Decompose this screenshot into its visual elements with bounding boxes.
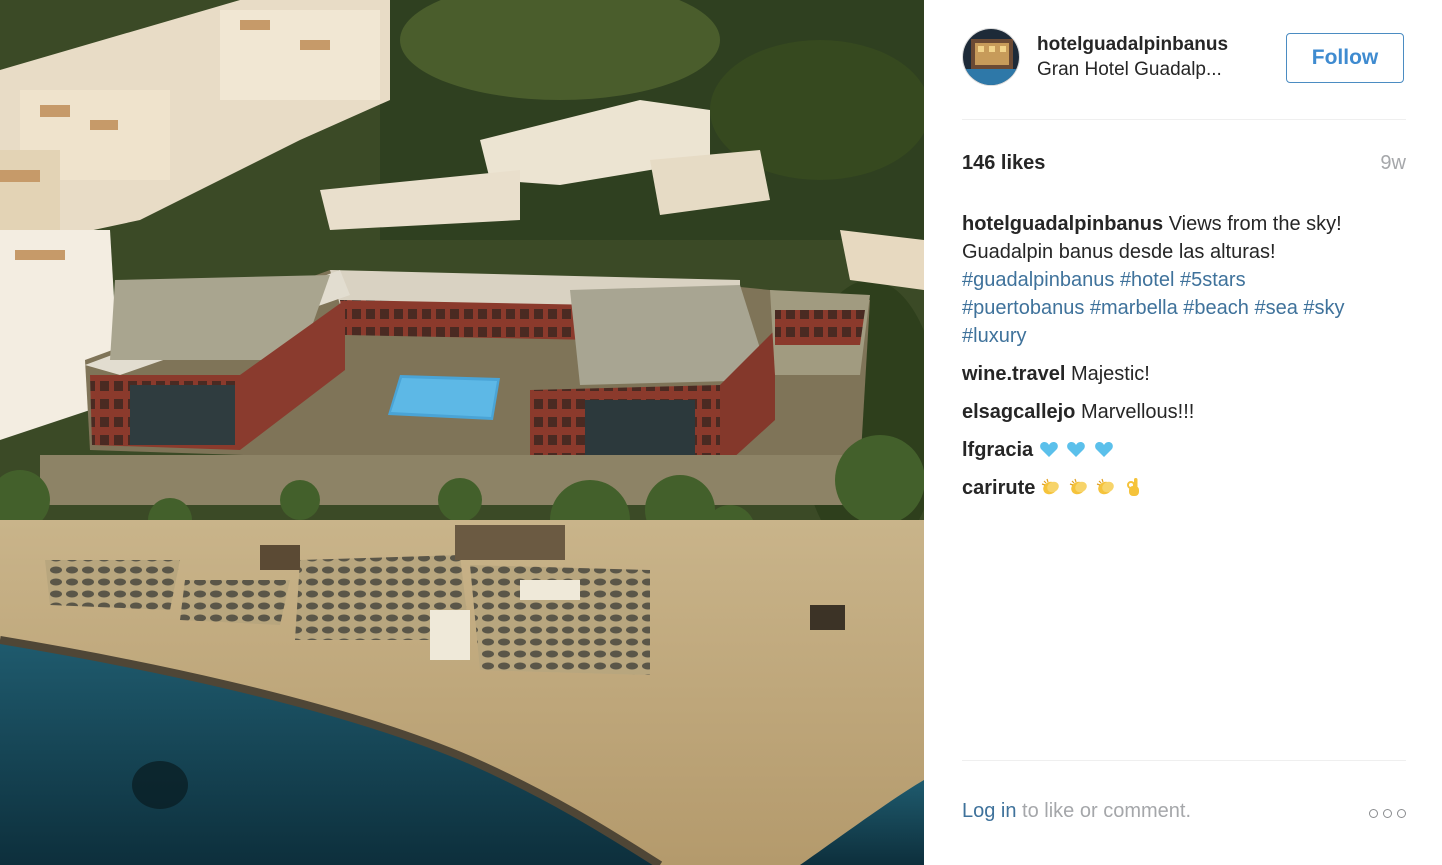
dot xyxy=(1383,809,1392,818)
dot xyxy=(1369,809,1378,818)
comment-item: carirute xyxy=(962,474,1408,502)
hashtag[interactable]: #puertobanus xyxy=(962,297,1084,319)
divider xyxy=(962,119,1406,120)
clapping-hands-icon xyxy=(1096,478,1114,495)
hashtag[interactable]: #sky xyxy=(1303,297,1344,319)
clapping-hands-icon xyxy=(1069,478,1087,495)
caption-text-line2: Guadalpin banus desde las alturas! xyxy=(962,241,1276,263)
follow-button[interactable]: Follow xyxy=(1286,33,1404,83)
hashtag[interactable]: #hotel xyxy=(1120,269,1175,291)
login-prompt: Log in to like or comment. xyxy=(962,800,1406,823)
blue-heart-icon xyxy=(1039,442,1058,457)
comment-item: lfgracia xyxy=(962,436,1408,464)
comments-list: hotelguadalpinbanus Views from the sky! … xyxy=(962,210,1408,512)
ok-hand-icon xyxy=(1126,478,1139,496)
user-block: hotelguadalpinbanus Gran Hotel Guadalp..… xyxy=(1037,33,1277,83)
dot xyxy=(1397,809,1406,818)
comment-item: elsagcallejo Marvellous!!! xyxy=(962,398,1408,426)
timestamp[interactable]: 9w xyxy=(1380,152,1406,175)
aerial-hotel-image xyxy=(0,0,924,865)
comment-emojis xyxy=(1041,477,1146,499)
post-header: hotelguadalpinbanus Gran Hotel Guadalp..… xyxy=(962,28,1406,88)
avatar[interactable] xyxy=(962,28,1020,86)
blue-heart-icon xyxy=(1067,442,1086,457)
divider xyxy=(962,760,1406,761)
caption: hotelguadalpinbanus Views from the sky! … xyxy=(962,210,1408,350)
blue-heart-icon xyxy=(1095,442,1113,457)
hashtag[interactable]: #marbella xyxy=(1090,297,1178,319)
hashtag[interactable]: #guadalpinbanus xyxy=(962,269,1114,291)
username-link[interactable]: hotelguadalpinbanus xyxy=(1037,33,1277,57)
comment-author[interactable]: hotelguadalpinbanus xyxy=(962,213,1163,235)
caption-text-line1: Views from the sky! xyxy=(1168,213,1342,235)
more-options-icon[interactable] xyxy=(1369,809,1406,818)
avatar-image xyxy=(963,29,1019,85)
login-link[interactable]: Log in xyxy=(962,800,1017,822)
comment-author[interactable]: elsagcallejo xyxy=(962,401,1075,423)
comment-emojis xyxy=(1039,439,1116,461)
post-stats: 146 likes 9w xyxy=(962,152,1406,180)
location-link[interactable]: Gran Hotel Guadalp... xyxy=(1037,57,1259,83)
post-photo[interactable] xyxy=(0,0,924,865)
hashtag[interactable]: #beach xyxy=(1183,297,1249,319)
comment-text: Marvellous!!! xyxy=(1080,401,1195,423)
likes-count[interactable]: 146 likes xyxy=(962,152,1045,175)
post-footer: Log in to like or comment. xyxy=(962,800,1406,830)
post-sidebar: hotelguadalpinbanus Gran Hotel Guadalp..… xyxy=(924,0,1442,865)
comment-author[interactable]: lfgracia xyxy=(962,439,1033,461)
hashtag[interactable]: #5stars xyxy=(1180,269,1246,291)
clapping-hands-icon xyxy=(1041,478,1059,495)
comment-item: wine.travel Majestic! xyxy=(962,360,1408,388)
comment-text: Majestic! xyxy=(1070,363,1150,385)
login-prompt-text: to like or comment. xyxy=(1016,800,1192,822)
hashtag[interactable]: #sea xyxy=(1254,297,1297,319)
hashtag[interactable]: #luxury xyxy=(962,325,1026,347)
comment-author[interactable]: carirute xyxy=(962,477,1035,499)
comment-author[interactable]: wine.travel xyxy=(962,363,1065,385)
